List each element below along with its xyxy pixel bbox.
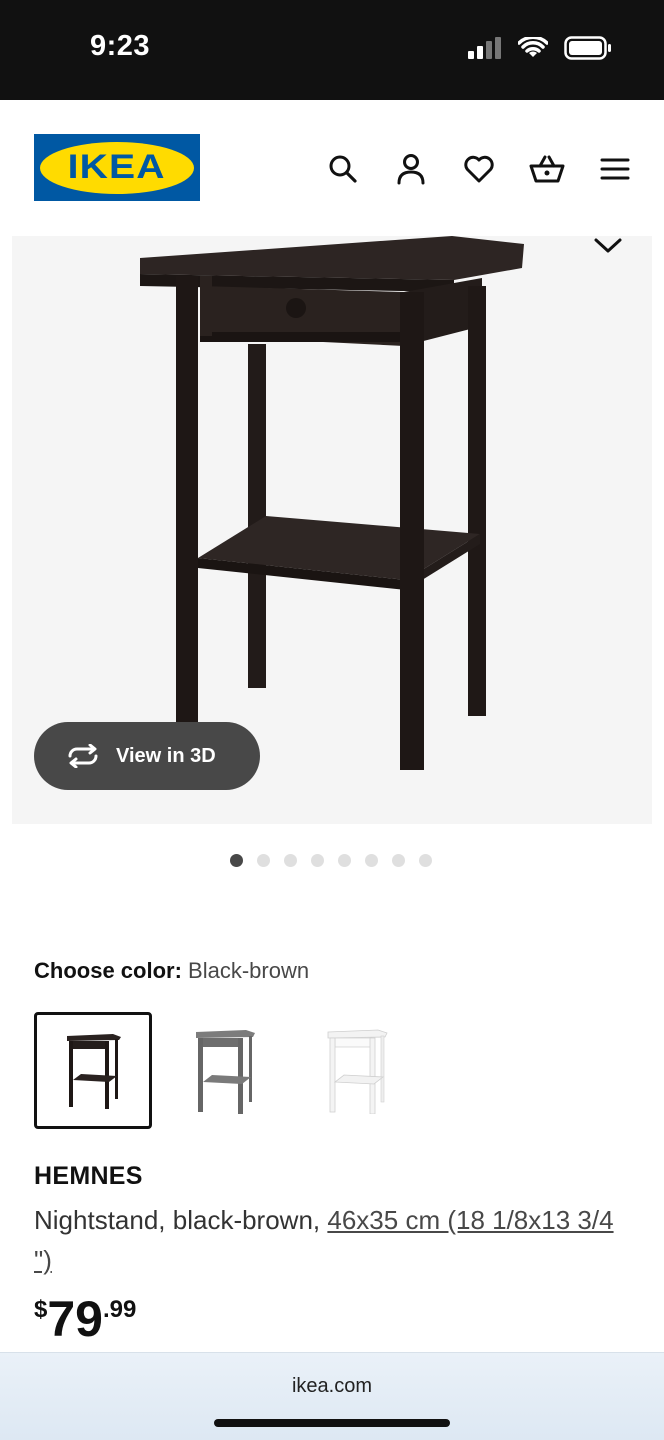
nightstand-thumbnail-gray <box>196 1029 255 1114</box>
ikea-logo[interactable]: IKEA <box>34 134 200 201</box>
cart-icon <box>529 155 565 183</box>
product-name: HEMNES <box>34 1162 143 1190</box>
swatch-white[interactable] <box>298 1012 416 1129</box>
browser-url-bar[interactable]: ikea.com <box>0 1352 664 1440</box>
header-icons <box>322 148 636 190</box>
color-swatches <box>34 1012 430 1129</box>
chevron-down-icon <box>594 238 622 253</box>
swatch-gray[interactable] <box>166 1012 284 1129</box>
account-button[interactable] <box>390 148 432 190</box>
status-icons <box>468 36 612 60</box>
image-pagination <box>230 854 446 867</box>
battery-icon <box>564 36 611 60</box>
menu-icon <box>600 158 630 180</box>
account-icon <box>397 154 425 185</box>
pagination-dot[interactable] <box>311 854 324 867</box>
nightstand-thumbnail-black-brown <box>67 1033 121 1109</box>
pagination-dot[interactable] <box>284 854 297 867</box>
choose-color-label: Choose color: <box>34 958 182 983</box>
menu-button[interactable] <box>594 148 636 190</box>
pagination-dot[interactable] <box>257 854 270 867</box>
selected-color: Black-brown <box>188 958 310 983</box>
nightstand-thumbnail-white <box>327 1029 388 1114</box>
status-bar: 9:23 <box>0 0 664 100</box>
site-header: IKEA <box>0 100 664 236</box>
url-text[interactable]: ikea.com <box>0 1375 664 1398</box>
swatch-black-brown[interactable] <box>34 1012 152 1129</box>
price-decimal: .99 <box>102 1296 137 1323</box>
pagination-dot[interactable] <box>419 854 432 867</box>
logo-text: IKEA <box>67 148 167 186</box>
product-description: Nightstand, black-brown, 46x35 cm (18 1/… <box>34 1200 634 1280</box>
search-button[interactable] <box>322 148 364 190</box>
color-chooser-label: Choose color: Black-brown <box>34 958 309 984</box>
pagination-dot[interactable] <box>338 854 351 867</box>
view-in-3d-button[interactable]: View in 3D <box>34 722 260 790</box>
product-type: Nightstand, black-brown, <box>34 1205 328 1235</box>
price-currency: $ <box>34 1296 48 1323</box>
wifi-icon <box>518 37 548 57</box>
pagination-dot[interactable] <box>365 854 378 867</box>
pagination-dot[interactable] <box>392 854 405 867</box>
product-price: $ 79 .99 <box>34 1290 136 1348</box>
price-integer: 79 <box>47 1291 103 1347</box>
signal-icon <box>468 37 501 59</box>
pagination-dot[interactable] <box>230 854 243 867</box>
logo-oval: IKEA <box>40 141 194 194</box>
wishlist-button[interactable] <box>458 148 500 190</box>
home-indicator <box>214 1419 450 1427</box>
search-icon <box>329 155 357 183</box>
rotate-3d-icon <box>68 744 98 768</box>
cart-button[interactable] <box>526 148 568 190</box>
status-time: 9:23 <box>90 30 151 62</box>
heart-icon <box>464 155 494 183</box>
save-to-list-button[interactable] <box>576 236 640 270</box>
view-in-3d-label: View in 3D <box>116 744 216 767</box>
